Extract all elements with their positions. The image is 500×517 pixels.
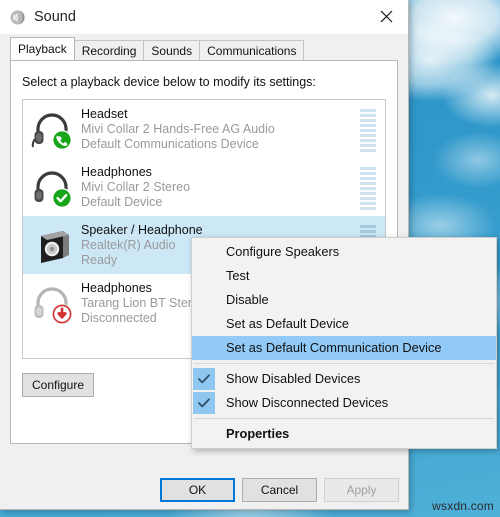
cancel-button[interactable]: Cancel <box>242 478 317 502</box>
device-row[interactable]: Headset Mivi Collar 2 Hands-Free AG Audi… <box>23 100 385 158</box>
device-name: Speaker / Headphone <box>81 222 203 237</box>
menu-item-label: Show Disconnected Devices <box>226 395 389 410</box>
window-title: Sound <box>34 9 76 25</box>
device-row[interactable]: Headphones Mivi Collar 2 Stereo Default … <box>23 158 385 216</box>
volume-meter <box>360 106 376 152</box>
headphones-disabled-icon <box>29 280 75 326</box>
menu-separator <box>194 418 494 419</box>
device-driver: Mivi Collar 2 Stereo <box>81 179 191 194</box>
headset-icon <box>29 106 75 152</box>
tab-communications[interactable]: Communications <box>199 40 305 60</box>
menu-item-disable[interactable]: Disable <box>192 288 496 312</box>
menu-item-set-as-default-device[interactable]: Set as Default Device <box>192 312 496 336</box>
ok-button[interactable]: OK <box>160 478 235 502</box>
menu-item-properties[interactable]: Properties <box>192 422 496 446</box>
device-info: Headset Mivi Collar 2 Hands-Free AG Audi… <box>81 107 360 152</box>
device-info: Headphones Mivi Collar 2 Stereo Default … <box>81 165 360 210</box>
menu-item-show-disconnected-devices[interactable]: Show Disconnected Devices <box>192 391 496 415</box>
desktop-background: wsxdn.com Sound Playback Recording Sound… <box>0 0 500 517</box>
close-icon[interactable] <box>364 0 408 32</box>
tab-strip: Playback Recording Sounds Communications <box>10 37 408 60</box>
sound-speaker-icon <box>9 9 26 26</box>
menu-item-test[interactable]: Test <box>192 264 496 288</box>
menu-separator <box>194 363 494 364</box>
headphones-icon <box>29 164 75 210</box>
configure-button[interactable]: Configure <box>22 373 94 397</box>
title-bar: Sound <box>0 0 408 34</box>
dialog-buttons: OK Cancel Apply <box>0 478 409 508</box>
apply-button: Apply <box>324 478 399 502</box>
device-status: Default Device <box>81 194 163 209</box>
menu-item-configure-speakers[interactable]: Configure Speakers <box>192 240 496 264</box>
menu-item-show-disabled-devices[interactable]: Show Disabled Devices <box>192 367 496 391</box>
device-driver: Mivi Collar 2 Hands-Free AG Audio <box>81 121 275 136</box>
check-icon <box>193 392 215 414</box>
instruction-label: Select a playback device below to modify… <box>22 75 316 89</box>
tab-playback[interactable]: Playback <box>10 37 75 60</box>
tab-sounds[interactable]: Sounds <box>143 40 201 60</box>
tab-recording[interactable]: Recording <box>73 40 145 60</box>
device-name: Headphones <box>81 164 152 179</box>
context-menu: Configure Speakers Test Disable Set as D… <box>191 237 497 449</box>
watermark: wsxdn.com <box>432 499 494 513</box>
device-name: Headset <box>81 106 128 121</box>
volume-meter <box>360 164 376 210</box>
check-icon <box>193 368 215 390</box>
menu-item-label: Show Disabled Devices <box>226 371 361 386</box>
device-status: Default Communications Device <box>81 136 259 151</box>
menu-item-set-as-default-communication-device[interactable]: Set as Default Communication Device <box>192 336 496 360</box>
speaker-box-icon <box>29 222 75 268</box>
